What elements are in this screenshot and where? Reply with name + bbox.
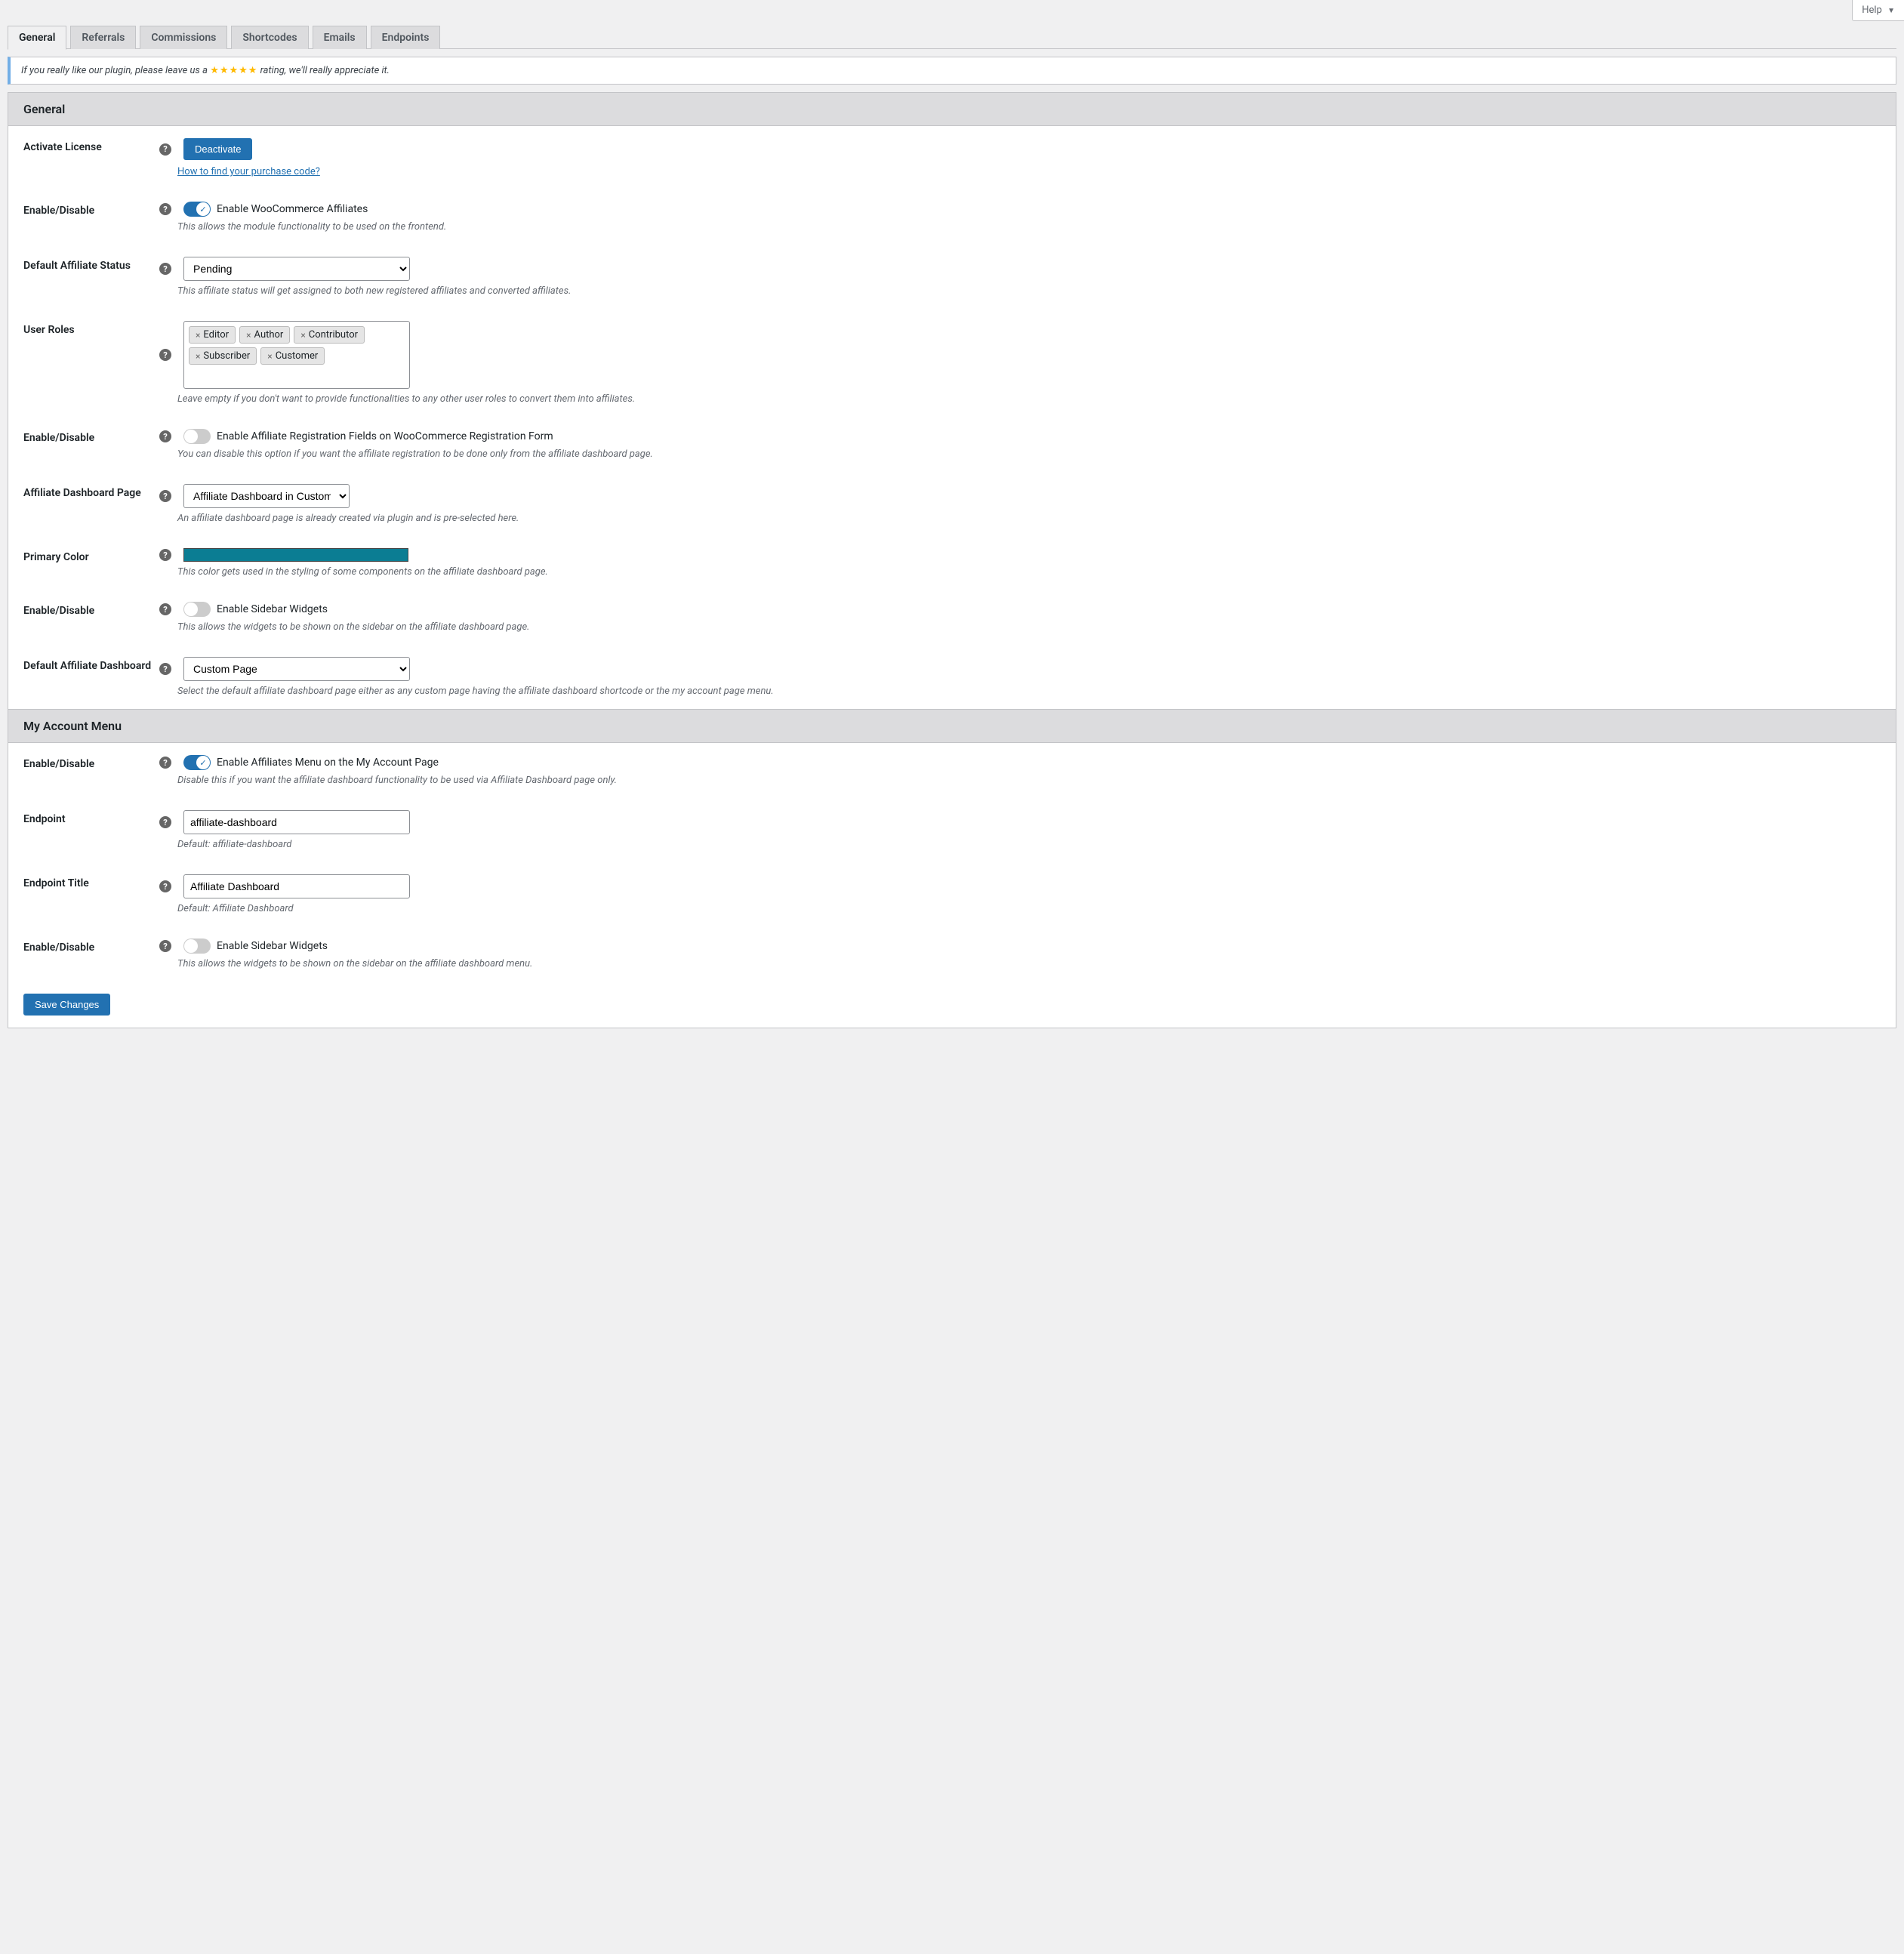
label-endpoint: Endpoint (8, 798, 159, 862)
close-icon[interactable]: × (196, 351, 200, 362)
help-icon[interactable]: ? (159, 757, 171, 769)
settings-tabs: General Referrals Commissions Shortcodes… (8, 26, 1896, 49)
help-icon[interactable]: ? (159, 263, 171, 275)
desc-enable-myaccount: Disable this if you want the affiliate d… (177, 775, 1881, 786)
help-icon[interactable]: ? (159, 880, 171, 892)
save-changes-button[interactable]: Save Changes (23, 994, 110, 1016)
desc-enable-sidebar: This allows the widgets to be shown on t… (177, 621, 1881, 633)
toggle-label-myaccount: Enable Affiliates Menu on the My Account… (217, 757, 439, 769)
toggle-label-reg-fields: Enable Affiliate Registration Fields on … (217, 430, 553, 442)
tag-customer[interactable]: ×Customer (260, 347, 325, 365)
section-general-title: General (8, 93, 1896, 126)
tag-contributor[interactable]: ×Contributor (294, 326, 365, 344)
toggle-enable-reg-fields[interactable] (183, 429, 211, 444)
desc-primary-color: This color gets used in the styling of s… (177, 566, 1881, 578)
help-icon[interactable]: ? (159, 143, 171, 156)
label-enable-myaccount: Enable/Disable (8, 743, 159, 798)
select-default-dashboard[interactable]: Custom Page (183, 657, 410, 681)
input-endpoint[interactable] (183, 810, 410, 834)
desc-endpoint: Default: affiliate-dashboard (177, 839, 1881, 850)
help-icon[interactable]: ? (159, 490, 171, 502)
label-endpoint-title: Endpoint Title (8, 862, 159, 926)
select-dashboard-page[interactable]: Affiliate Dashboard in Custom Page (183, 484, 350, 508)
close-icon[interactable]: × (196, 330, 200, 341)
desc-default-status: This affiliate status will get assigned … (177, 285, 1881, 297)
rating-notice: If you really like our plugin, please le… (8, 57, 1896, 85)
close-icon[interactable]: × (267, 351, 272, 362)
section-myaccount-title: My Account Menu (8, 709, 1896, 743)
tag-author[interactable]: ×Author (239, 326, 290, 344)
toggle-label-sidebar: Enable Sidebar Widgets (217, 603, 328, 615)
color-picker-primary[interactable] (183, 548, 408, 562)
label-user-roles: User Roles (8, 309, 159, 417)
help-icon[interactable]: ? (159, 940, 171, 952)
desc-dashboard-page: An affiliate dashboard page is already c… (177, 513, 1881, 524)
help-icon[interactable]: ? (159, 663, 171, 675)
check-icon: ✓ (196, 202, 210, 216)
select-default-status[interactable]: Pending (183, 257, 410, 281)
purchase-code-link[interactable]: How to find your purchase code? (177, 166, 320, 177)
help-label: Help (1862, 5, 1882, 16)
toggle-enable-sidebar[interactable] (183, 602, 211, 617)
toggle-enable-module[interactable]: ✓ (183, 202, 211, 217)
tab-general[interactable]: General (8, 26, 66, 50)
toggle-label-sidebar-menu: Enable Sidebar Widgets (217, 940, 328, 952)
tab-emails[interactable]: Emails (313, 26, 367, 49)
desc-enable-sidebar-menu: This allows the widgets to be shown on t… (177, 958, 1881, 969)
tab-shortcodes[interactable]: Shortcodes (231, 26, 308, 49)
label-primary-color: Primary Color (8, 536, 159, 590)
label-dashboard-page: Affiliate Dashboard Page (8, 472, 159, 536)
tag-editor[interactable]: ×Editor (189, 326, 236, 344)
label-enable-module: Enable/Disable (8, 190, 159, 245)
star-icon: ★★★★★ (210, 65, 257, 76)
tag-subscriber[interactable]: ×Subscriber (189, 347, 257, 365)
help-icon[interactable]: ? (159, 430, 171, 442)
desc-endpoint-title: Default: Affiliate Dashboard (177, 903, 1881, 914)
desc-enable-module: This allows the module functionality to … (177, 221, 1881, 233)
deactivate-button[interactable]: Deactivate (183, 138, 252, 160)
toggle-enable-sidebar-menu[interactable] (183, 938, 211, 954)
toggle-enable-myaccount[interactable]: ✓ (183, 755, 211, 770)
user-roles-input[interactable]: ×Editor ×Author ×Contributor ×Subscriber… (183, 321, 410, 389)
desc-enable-reg-fields: You can disable this option if you want … (177, 448, 1881, 460)
notice-text-before: If you really like our plugin, please le… (21, 65, 210, 76)
close-icon[interactable]: × (300, 330, 305, 341)
label-activate-license: Activate License (8, 126, 159, 190)
help-icon[interactable]: ? (159, 349, 171, 361)
help-icon[interactable]: ? (159, 549, 171, 561)
chevron-down-icon: ▼ (1887, 7, 1895, 15)
help-icon[interactable]: ? (159, 816, 171, 828)
label-default-dashboard: Default Affiliate Dashboard (8, 645, 159, 709)
toggle-label-enable-module: Enable WooCommerce Affiliates (217, 203, 368, 215)
check-icon: ✓ (196, 756, 210, 769)
label-enable-reg-fields: Enable/Disable (8, 417, 159, 472)
tab-endpoints[interactable]: Endpoints (371, 26, 441, 49)
help-tab[interactable]: Help ▼ (1852, 0, 1904, 21)
notice-text-after: rating, we'll really appreciate it. (257, 65, 390, 76)
label-default-status: Default Affiliate Status (8, 245, 159, 309)
desc-default-dashboard: Select the default affiliate dashboard p… (177, 686, 1881, 697)
label-enable-sidebar-menu: Enable/Disable (8, 926, 159, 982)
help-icon[interactable]: ? (159, 203, 171, 215)
tab-referrals[interactable]: Referrals (70, 26, 136, 49)
tab-commissions[interactable]: Commissions (140, 26, 227, 49)
close-icon[interactable]: × (246, 330, 251, 341)
help-icon[interactable]: ? (159, 603, 171, 615)
input-endpoint-title[interactable] (183, 874, 410, 898)
desc-user-roles: Leave empty if you don't want to provide… (177, 393, 1881, 405)
label-enable-sidebar: Enable/Disable (8, 590, 159, 645)
